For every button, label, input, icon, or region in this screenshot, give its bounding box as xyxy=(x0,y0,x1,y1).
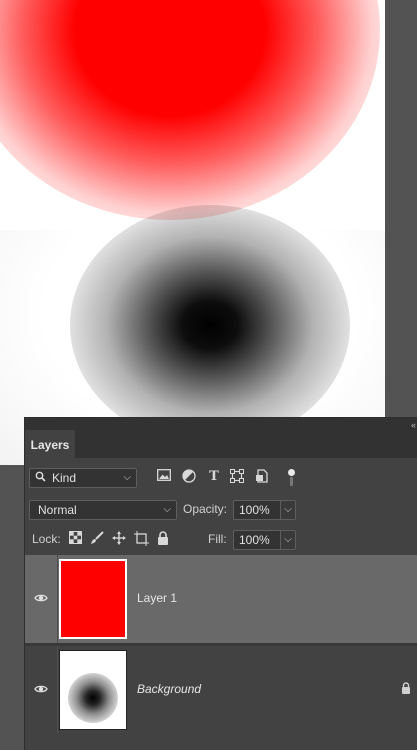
fill-dropdown-button[interactable]: ⌵ xyxy=(280,530,296,550)
toggle-stem xyxy=(290,477,293,486)
lock-image-pixels-icon[interactable] xyxy=(89,531,105,547)
visibility-eye-icon[interactable] xyxy=(33,684,49,696)
layers-panel: Layers « Kind ⌵ T Normal ⌵ Opacity: 100%… xyxy=(24,417,417,750)
document-canvas[interactable] xyxy=(0,0,385,465)
lock-transparent-pixels-icon[interactable] xyxy=(67,531,83,547)
lock-artboard-icon[interactable] xyxy=(133,531,149,547)
black-soft-brush-stroke xyxy=(70,205,350,445)
red-soft-brush-stroke xyxy=(0,0,380,220)
opacity-dropdown-button[interactable]: ⌵ xyxy=(280,500,296,520)
lock-position-icon[interactable] xyxy=(111,531,127,547)
smart-object-filter-icon[interactable] xyxy=(254,469,270,485)
layer-row[interactable]: Background xyxy=(25,646,417,734)
chevron-down-icon: ⌵ xyxy=(123,472,131,483)
lock-row: Lock: Fill: 100% ⌵ xyxy=(25,528,417,552)
visibility-column xyxy=(25,646,58,734)
layer-thumbnail[interactable] xyxy=(59,650,127,730)
panel-header: Layers « xyxy=(25,418,417,458)
blend-mode-value: Normal xyxy=(38,503,77,517)
layer-thumbnail[interactable] xyxy=(59,559,127,639)
filter-toggle[interactable] xyxy=(287,467,297,489)
filter-kind-label: Kind xyxy=(52,471,77,485)
opacity-label: Opacity: xyxy=(183,502,228,516)
lock-all-icon[interactable] xyxy=(155,531,171,547)
document-canvas-area[interactable] xyxy=(0,0,417,465)
type-filter-icon[interactable]: T xyxy=(206,469,222,485)
layer-row[interactable]: Layer 1 xyxy=(25,555,417,643)
fill-label: Fill: xyxy=(208,532,227,546)
lock-label: Lock: xyxy=(32,532,61,546)
chevron-down-icon: ⌵ xyxy=(163,504,171,515)
shape-filter-icon[interactable] xyxy=(229,469,245,485)
filter-kind-select[interactable]: Kind ⌵ xyxy=(29,468,137,488)
search-icon xyxy=(35,470,46,488)
pasteboard xyxy=(385,0,417,465)
layer-filter-row: Kind ⌵ T xyxy=(25,466,417,492)
visibility-column xyxy=(25,555,58,643)
layer-name[interactable]: Layer 1 xyxy=(137,591,177,605)
visibility-eye-icon[interactable] xyxy=(33,593,49,605)
adjustment-filter-icon[interactable] xyxy=(181,469,197,485)
layers-list: Layer 1 Background xyxy=(25,555,417,750)
blend-row: Normal ⌵ Opacity: 100% ⌵ xyxy=(25,498,417,522)
toggle-knob xyxy=(288,469,295,476)
layer-name[interactable]: Background xyxy=(137,682,201,696)
tab-layers[interactable]: Layers xyxy=(25,430,75,458)
layer-lock-icon[interactable] xyxy=(400,682,412,696)
thumbnail-black-dot xyxy=(68,673,118,723)
image-filter-icon[interactable] xyxy=(156,469,172,485)
blend-mode-select[interactable]: Normal ⌵ xyxy=(29,500,177,520)
collapse-panel-icon[interactable]: « xyxy=(411,420,416,430)
